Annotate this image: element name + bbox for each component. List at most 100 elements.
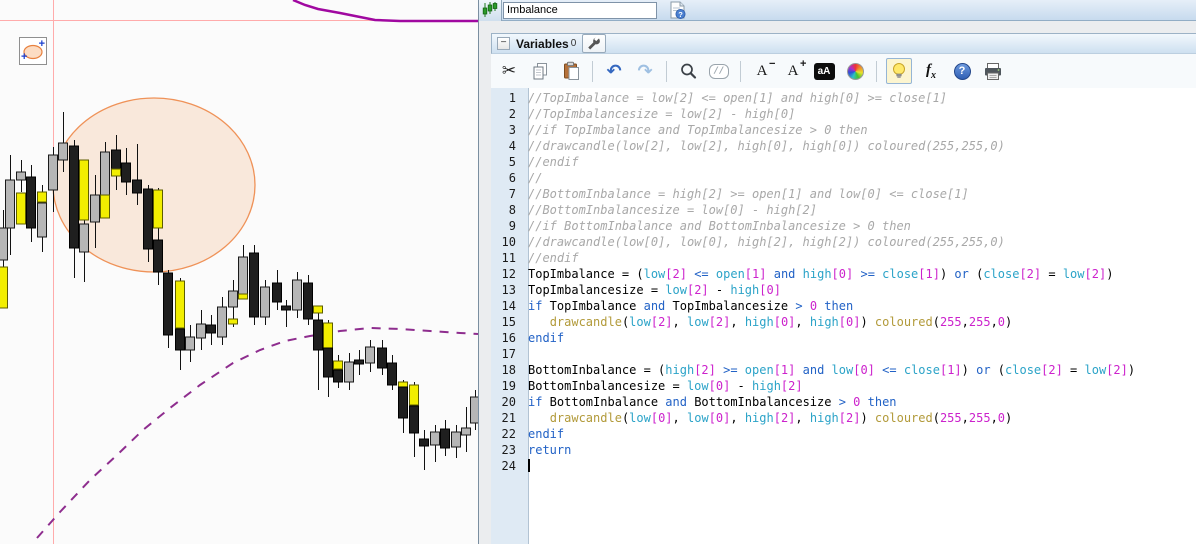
indicator-name-input[interactable] <box>503 1 657 19</box>
toolbar-separator <box>876 60 877 82</box>
code-editor[interactable]: 1 //TopImbalance = low[2] <= open[1] and … <box>491 88 1196 544</box>
help-icon: ? <box>953 62 971 80</box>
code-line[interactable]: 5 //endif <box>491 154 1196 170</box>
code-line[interactable]: 2 //TopImbalancesize = low[2] - high[0] <box>491 106 1196 122</box>
code-text: drawcandle(low[0], low[0], high[2], high… <box>549 411 1013 425</box>
code-line[interactable]: 14 if TopImbalance and TopImbalancesize >… <box>491 298 1196 314</box>
code-line[interactable]: 4 //drawcandle(low[2], low[2], high[0], h… <box>491 138 1196 154</box>
code-line[interactable]: 3 //if TopImbalance and TopImbalancesize … <box>491 122 1196 138</box>
candlestick-indicator-icon[interactable] <box>479 0 502 21</box>
help-button[interactable]: ? <box>950 59 974 83</box>
line-number: 11 <box>501 251 516 265</box>
search-icon <box>680 63 696 79</box>
line-number: 12 <box>501 267 516 281</box>
line-number: 23 <box>501 443 516 457</box>
line-number: 18 <box>501 363 516 377</box>
line-number: 16 <box>501 331 516 345</box>
redo-button[interactable]: ↷ <box>633 59 657 83</box>
cut-icon: ✂ <box>501 61 517 81</box>
chart-canvas[interactable] <box>0 0 478 544</box>
code-line[interactable]: 13 TopImbalancesize = low[2] - high[0] <box>491 282 1196 298</box>
color-picker-button[interactable] <box>843 59 867 83</box>
code-text: //BottomInbalance = high[2] >= open[1] a… <box>528 187 969 201</box>
decrease-font-button[interactable]: A − <box>750 57 776 83</box>
font-increase-icon: A + <box>787 57 807 79</box>
code-text: endif <box>528 427 565 441</box>
variables-section-title: Variables <box>516 36 569 51</box>
code-line[interactable]: 11 //endif <box>491 250 1196 266</box>
code-text: BottomInbalance = (high[2] >= open[1] an… <box>528 363 1136 377</box>
code-line[interactable]: 22 endif <box>491 426 1196 442</box>
copy-icon <box>533 62 547 79</box>
code-line[interactable]: 12 TopImbalance = (low[2] <= open[1] and … <box>491 266 1196 282</box>
price-chart[interactable]: + + <box>0 0 478 544</box>
code-lines[interactable]: 1 //TopImbalance = low[2] <= open[1] and … <box>491 90 1196 474</box>
code-line[interactable]: 17 <box>491 346 1196 362</box>
line-number: 14 <box>501 299 516 313</box>
line-number: 8 <box>508 203 516 217</box>
line-number: 9 <box>508 219 516 233</box>
code-text: //endif <box>528 251 579 265</box>
code-line[interactable]: 18 BottomInbalance = (high[2] >= open[1] … <box>491 362 1196 378</box>
code-text: //drawcandle(low[0], low[0], high[2], hi… <box>528 235 1005 249</box>
code-text: // <box>528 171 543 185</box>
font-case-icon: aA <box>813 62 835 80</box>
code-text: drawcandle(low[2], low[2], high[0], high… <box>549 315 1013 329</box>
code-text: //TopImbalance = low[2] <= open[1] and h… <box>528 91 948 105</box>
code-line[interactable]: 16 endif <box>491 330 1196 346</box>
insert-function-button[interactable]: fx <box>919 59 943 83</box>
documentation-help-icon[interactable]: ? <box>667 0 689 20</box>
code-line[interactable]: 21 drawcandle(low[0], low[0], high[2], h… <box>491 410 1196 426</box>
code-line[interactable]: 20 if BottomInbalance and BottomInbalance… <box>491 394 1196 410</box>
code-line[interactable]: 19 BottomInbalancesize = low[0] - high[2] <box>491 378 1196 394</box>
line-number: 4 <box>508 139 516 153</box>
line-number: 24 <box>501 459 516 473</box>
code-line[interactable]: 1 //TopImbalance = low[2] <= open[1] and … <box>491 90 1196 106</box>
indicator-editor-panel: ? − Variables 0 ✂ <box>478 0 1196 544</box>
ellipse-drawing-tool-button[interactable]: + + <box>19 37 47 65</box>
code-line[interactable]: 10 //drawcandle(low[0], low[0], high[2], … <box>491 234 1196 250</box>
code-line[interactable]: 15 drawcandle(low[2], low[2], high[0], h… <box>491 314 1196 330</box>
code-text: //BottomInbalancesize = low[0] - high[2] <box>528 203 817 217</box>
code-line[interactable]: 7 //BottomInbalance = high[2] >= open[1] … <box>491 186 1196 202</box>
print-icon <box>985 62 1001 80</box>
copy-button[interactable] <box>528 59 552 83</box>
line-number: 19 <box>501 379 516 393</box>
toolbar-separator <box>592 60 593 82</box>
font-decrease-icon: A − <box>756 57 776 79</box>
line-number: 17 <box>501 347 516 361</box>
line-number: 3 <box>508 123 516 137</box>
paste-button[interactable] <box>559 59 583 83</box>
code-text: //drawcandle(low[2], low[2], high[0], hi… <box>528 139 1005 153</box>
undo-icon: ↶ <box>606 60 622 82</box>
undo-button[interactable]: ↶ <box>602 59 626 83</box>
print-button[interactable] <box>981 59 1005 83</box>
cut-button[interactable]: ✂ <box>497 59 521 83</box>
code-line[interactable]: 8 //BottomInbalancesize = low[0] - high[2… <box>491 202 1196 218</box>
redo-icon: ↷ <box>637 60 653 82</box>
code-text: endif <box>528 331 565 345</box>
search-button[interactable] <box>676 59 700 83</box>
wrench-icon <box>588 36 601 50</box>
variables-section-header: − Variables 0 <box>491 33 1196 54</box>
increase-font-button[interactable]: A + <box>781 57 807 83</box>
toggle-comment-button[interactable]: // <box>707 59 731 83</box>
lightbulb-icon <box>893 63 905 78</box>
line-number: 5 <box>508 155 516 169</box>
code-text: return <box>528 443 572 457</box>
anchor-plus-icon: + <box>38 38 45 50</box>
line-number: 1 <box>508 91 516 105</box>
code-line[interactable]: 23 return <box>491 442 1196 458</box>
collapse-section-button[interactable]: − <box>497 37 510 50</box>
font-style-button[interactable]: aA <box>812 59 836 83</box>
code-line[interactable]: 6 // <box>491 170 1196 186</box>
code-line[interactable]: 9 //if BottomInbalance and BottomInbalanc… <box>491 218 1196 234</box>
code-line[interactable]: 24 <box>491 458 1196 474</box>
toolbar-separator <box>666 60 667 82</box>
line-number: 13 <box>501 283 516 297</box>
code-text: BottomInbalancesize = low[0] - high[2] <box>528 379 803 393</box>
variables-settings-wrench-button[interactable] <box>582 34 607 53</box>
syntax-highlight-toggle-button[interactable] <box>886 58 912 84</box>
code-text: //if BottomInbalance and BottomInbalance… <box>528 219 911 233</box>
